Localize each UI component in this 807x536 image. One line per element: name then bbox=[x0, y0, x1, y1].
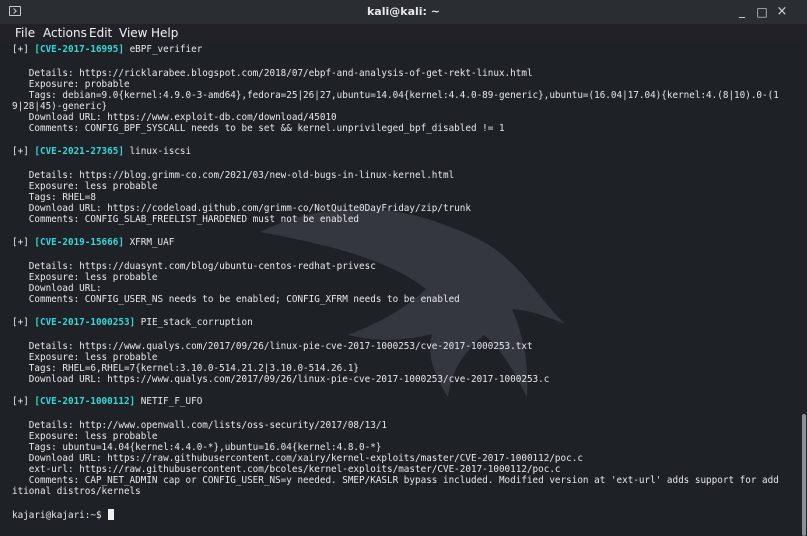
exploit-name: linux-iscsi bbox=[129, 146, 192, 157]
menu-file[interactable]: File bbox=[15, 25, 35, 41]
cve-id: [CVE-2019-15666] bbox=[34, 237, 124, 248]
scrollbar-thumb[interactable] bbox=[802, 414, 806, 536]
download-url-line: Download URL: https://www.qualys.com/201… bbox=[28, 374, 550, 385]
exposure-line: Exposure: probable bbox=[28, 79, 130, 90]
download-url-line: Download URL: bbox=[28, 283, 102, 294]
close-icon[interactable]: × bbox=[774, 4, 790, 20]
exposure-line: Exposure: less probable bbox=[28, 272, 158, 283]
menu-actions[interactable]: Actions bbox=[43, 25, 87, 41]
exploit-name: XFRM_UAF bbox=[129, 237, 175, 248]
terminal-output[interactable]: [+] [CVE-2017-16995] eBPF_verifier Detai… bbox=[0, 42, 800, 536]
menu-view[interactable]: View bbox=[119, 25, 147, 41]
download-url-line: Download URL: https://www.exploit-db.com… bbox=[28, 112, 337, 123]
exploit-name: PIE_stack_corruption bbox=[140, 317, 253, 328]
exposure-line: Exposure: less probable bbox=[28, 352, 158, 363]
comments-continuation-line: itional distros/kernels bbox=[12, 486, 141, 497]
download-url-line: Download URL: https://codeload.github.co… bbox=[28, 203, 471, 214]
menu-bar: File Actions Edit View Help bbox=[0, 24, 807, 42]
cve-id: [CVE-2021-27365] bbox=[34, 146, 124, 157]
window-title: kali@kali: ~ bbox=[366, 5, 440, 18]
tags-line: Tags: ubuntu=14.04{kernel:4.4.0-*},ubunt… bbox=[28, 442, 382, 453]
exploit-name: NETIF_F_UFO bbox=[140, 396, 203, 407]
comments-line: Comments: CONFIG_BPF_SYSCALL needs to be… bbox=[28, 123, 505, 134]
comments-line: Comments: CAP_NET_ADMIN cap or CONFIG_US… bbox=[28, 475, 779, 486]
exposure-line: Exposure: less probable bbox=[28, 181, 158, 192]
minimize-icon[interactable]: _ bbox=[734, 3, 750, 19]
shell-prompt: kajari@kajari:~$ bbox=[12, 510, 102, 521]
tags-line: Tags: RHEL=8 bbox=[28, 192, 96, 203]
details-line: Details: https://www.qualys.com/2017/09/… bbox=[28, 341, 533, 352]
details-line: Details: https://blog.grimm-co.com/2021/… bbox=[28, 170, 455, 181]
text-cursor bbox=[108, 509, 115, 520]
vertical-scrollbar[interactable] bbox=[800, 42, 807, 536]
menu-edit[interactable]: Edit bbox=[89, 25, 112, 41]
comments-line: Comments: CONFIG_SLAB_FREELIST_HARDENED … bbox=[28, 214, 360, 225]
tags-line: Tags: debian=9.0{kernel:4.9.0-3-amd64},f… bbox=[28, 90, 779, 101]
comments-line: Comments: CONFIG_USER_NS needs to be ena… bbox=[28, 294, 460, 305]
details-line: Details: https://duasynt.com/blog/ubuntu… bbox=[28, 261, 376, 272]
exposure-line: Exposure: less probable bbox=[28, 431, 158, 442]
cve-id: [CVE-2017-1000112] bbox=[34, 396, 136, 407]
details-line: Details: https://ricklarabee.blogspot.co… bbox=[28, 68, 533, 79]
menu-help[interactable]: Help bbox=[151, 25, 178, 41]
title-bar[interactable]: kali@kali: ~ _ □ × bbox=[0, 0, 807, 25]
cve-id: [CVE-2017-16995] bbox=[34, 44, 124, 55]
cve-id: [CVE-2017-1000253] bbox=[34, 317, 136, 328]
download-url-line: Download URL: https://raw.githubusercont… bbox=[28, 453, 583, 464]
ext-url-line: ext-url: https://raw.githubusercontent.c… bbox=[28, 464, 561, 475]
terminal-window: kali@kali: ~ _ □ × File Actions Edit Vie… bbox=[0, 0, 807, 536]
exploit-name: eBPF_verifier bbox=[129, 44, 203, 55]
details-line: Details: http://www.openwall.com/lists/o… bbox=[28, 420, 388, 431]
maximize-icon[interactable]: □ bbox=[754, 4, 770, 20]
tags-line: Tags: RHEL=6,RHEL=7{kernel:3.10.0-514.21… bbox=[28, 363, 360, 374]
tags-continuation-line: 9|28|45)-generic} bbox=[12, 101, 108, 112]
